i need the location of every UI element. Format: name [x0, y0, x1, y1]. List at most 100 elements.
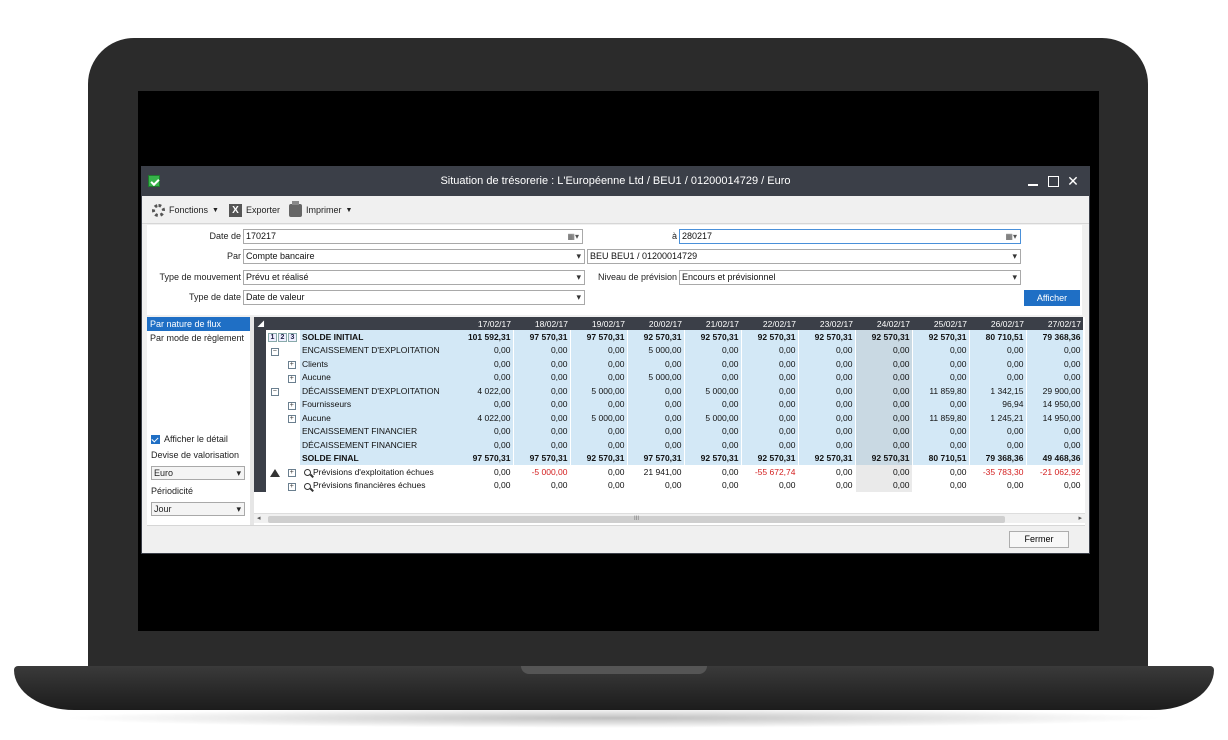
value-cell[interactable]: 4 022,00: [455, 411, 514, 425]
value-cell[interactable]: 0,00: [513, 397, 571, 411]
value-cell[interactable]: 0,00: [912, 357, 970, 371]
value-cell[interactable]: 0,00: [570, 370, 628, 384]
table-row[interactable]: − DÉCAISSEMENT D'EXPLOITATION 4 022,00 0,00…: [254, 384, 1084, 398]
exporter-button[interactable]: X Exporter: [229, 202, 280, 218]
value-cell[interactable]: 0,00: [627, 424, 685, 438]
value-cell[interactable]: -5 000,00: [513, 465, 571, 479]
expand-icon[interactable]: +: [287, 469, 296, 478]
value-cell[interactable]: 0,00: [513, 438, 571, 452]
value-cell[interactable]: 80 710,51: [969, 330, 1027, 344]
value-cell[interactable]: 0,00: [1026, 438, 1084, 452]
value-cell[interactable]: 1 245,21: [969, 411, 1027, 425]
value-cell[interactable]: 0,00: [969, 370, 1027, 384]
value-cell[interactable]: 0,00: [855, 438, 913, 452]
table-row[interactable]: + Aucune 0,00 0,00 0,00 5 000,00 0,00 0,00 0,00 0…: [254, 370, 1084, 384]
value-cell[interactable]: 97 570,31: [627, 451, 685, 465]
value-cell[interactable]: 0,00: [455, 478, 514, 492]
value-cell[interactable]: -35 783,30: [969, 465, 1027, 479]
value-cell[interactable]: 0,00: [684, 424, 742, 438]
value-cell[interactable]: 0,00: [513, 370, 571, 384]
value-cell[interactable]: 0,00: [570, 438, 628, 452]
value-cell[interactable]: 0,00: [570, 465, 628, 479]
fermer-button[interactable]: Fermer: [1009, 531, 1069, 548]
date-de-input[interactable]: 170217: [243, 229, 583, 244]
value-cell[interactable]: 5 000,00: [684, 411, 742, 425]
collapse-icon[interactable]: −: [270, 388, 279, 397]
value-cell[interactable]: 0,00: [741, 370, 799, 384]
value-cell[interactable]: 92 570,31: [627, 330, 685, 344]
nav-par-mode[interactable]: Par mode de règlement: [147, 331, 250, 345]
level-button[interactable]: 1: [268, 333, 277, 343]
value-cell[interactable]: 11 859,80: [912, 411, 970, 425]
value-cell[interactable]: 0,00: [684, 357, 742, 371]
value-cell[interactable]: 92 570,31: [570, 451, 628, 465]
table-row[interactable]: + Clients 0,00 0,00 0,00 0,00 0,00 0,00 0,00 0,00…: [254, 357, 1084, 371]
value-cell[interactable]: 0,00: [627, 438, 685, 452]
value-cell[interactable]: 92 570,31: [684, 330, 742, 344]
value-cell[interactable]: 92 570,31: [684, 451, 742, 465]
value-cell[interactable]: 0,00: [513, 478, 571, 492]
value-cell[interactable]: 4 022,00: [455, 384, 514, 398]
afficher-detail-checkbox[interactable]: Afficher le détail: [151, 434, 228, 445]
value-cell[interactable]: 0,00: [1026, 424, 1084, 438]
value-cell[interactable]: 0,00: [798, 465, 856, 479]
value-cell[interactable]: 0,00: [455, 357, 514, 371]
value-cell[interactable]: 5 000,00: [570, 411, 628, 425]
value-cell[interactable]: 0,00: [798, 384, 856, 398]
value-cell[interactable]: 0,00: [741, 438, 799, 452]
value-cell[interactable]: 92 570,31: [798, 330, 856, 344]
search-icon[interactable]: [304, 482, 311, 490]
value-cell[interactable]: 0,00: [912, 343, 970, 357]
value-cell[interactable]: 0,00: [1026, 357, 1084, 371]
level-button[interactable]: 3: [288, 333, 297, 343]
value-cell[interactable]: 96,94: [969, 397, 1027, 411]
value-cell[interactable]: 0,00: [855, 411, 913, 425]
table-row[interactable]: DÉCAISSEMENT FINANCIER 0,00 0,00 0,00 0,00 0,…: [254, 438, 1084, 452]
value-cell[interactable]: 0,00: [855, 397, 913, 411]
value-cell[interactable]: 0,00: [1026, 370, 1084, 384]
value-cell[interactable]: 0,00: [627, 411, 685, 425]
level-button[interactable]: 2: [278, 333, 287, 343]
value-cell[interactable]: 0,00: [912, 424, 970, 438]
value-cell[interactable]: 0,00: [912, 478, 970, 492]
compte-select[interactable]: BEU BEU1 / 01200014729: [587, 249, 1021, 264]
value-cell[interactable]: 0,00: [513, 357, 571, 371]
value-cell[interactable]: 0,00: [570, 357, 628, 371]
value-cell[interactable]: 0,00: [912, 438, 970, 452]
value-cell[interactable]: 0,00: [455, 438, 514, 452]
value-cell[interactable]: 0,00: [570, 424, 628, 438]
devise-select[interactable]: Euro: [151, 466, 245, 480]
afficher-button[interactable]: Afficher: [1024, 290, 1080, 306]
value-cell[interactable]: 0,00: [912, 370, 970, 384]
value-cell[interactable]: 0,00: [798, 357, 856, 371]
value-cell[interactable]: 11 859,80: [912, 384, 970, 398]
value-cell[interactable]: 101 592,31: [455, 330, 514, 344]
value-cell[interactable]: -21 062,92: [1026, 465, 1084, 479]
value-cell[interactable]: 0,00: [741, 411, 799, 425]
value-cell[interactable]: 0,00: [455, 370, 514, 384]
value-cell[interactable]: 0,00: [969, 343, 1027, 357]
value-cell[interactable]: 92 570,31: [855, 451, 913, 465]
value-cell[interactable]: 92 570,31: [741, 451, 799, 465]
value-cell[interactable]: 0,00: [855, 424, 913, 438]
collapse-icon[interactable]: −: [270, 347, 279, 356]
value-cell[interactable]: 0,00: [969, 438, 1027, 452]
nav-par-nature[interactable]: Par nature de flux: [147, 317, 250, 331]
value-cell[interactable]: 49 468,36: [1026, 451, 1084, 465]
expand-icon[interactable]: +: [287, 374, 296, 383]
table-row[interactable]: + Aucune 4 022,00 0,00 5 000,00 0,00 5 000,00 0…: [254, 411, 1084, 425]
value-cell[interactable]: 0,00: [855, 343, 913, 357]
value-cell[interactable]: 0,00: [969, 357, 1027, 371]
type-date-select[interactable]: Date de valeur: [243, 290, 585, 305]
value-cell[interactable]: 92 570,31: [912, 330, 970, 344]
value-cell[interactable]: 92 570,31: [855, 330, 913, 344]
value-cell[interactable]: 80 710,51: [912, 451, 970, 465]
value-cell[interactable]: 5 000,00: [627, 343, 685, 357]
close-icon[interactable]: ✕: [1066, 173, 1080, 189]
value-cell[interactable]: 14 950,00: [1026, 411, 1084, 425]
value-cell[interactable]: 0,00: [855, 357, 913, 371]
value-cell[interactable]: 0,00: [513, 411, 571, 425]
scroll-left-icon[interactable]: ◂: [257, 514, 261, 522]
value-cell[interactable]: 0,00: [855, 370, 913, 384]
value-cell[interactable]: 0,00: [855, 465, 913, 479]
